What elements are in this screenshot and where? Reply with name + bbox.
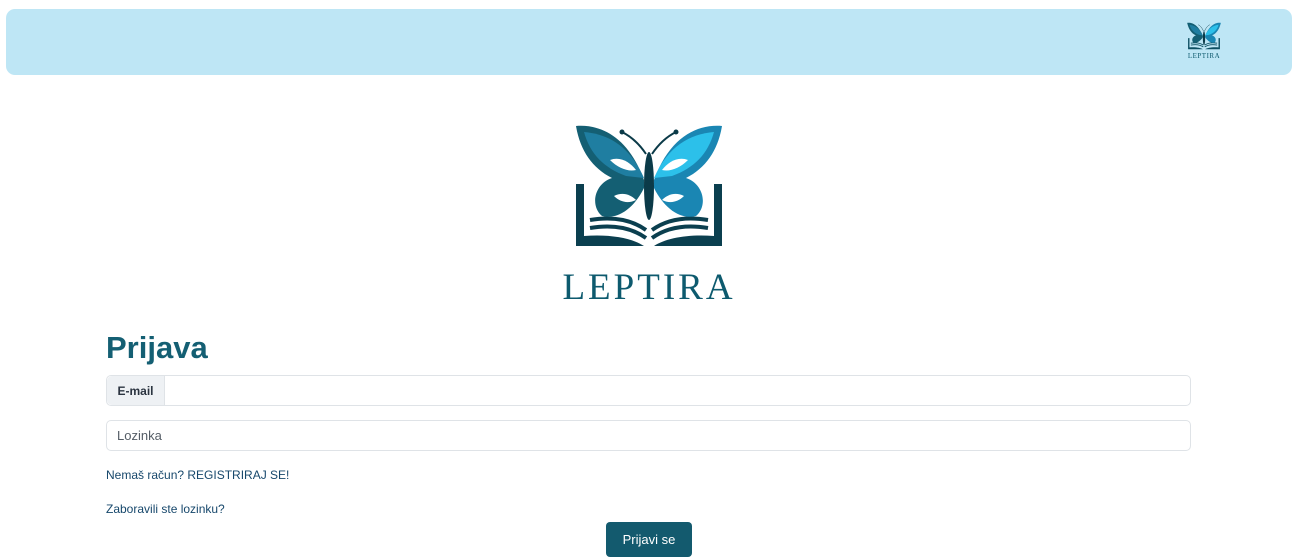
email-input[interactable]	[165, 376, 1190, 405]
butterfly-book-icon	[576, 125, 722, 246]
navbar-logo-text: LEPTIRA	[1187, 52, 1221, 60]
login-button[interactable]: Prijavi se	[606, 522, 692, 557]
password-input[interactable]	[107, 421, 1190, 450]
email-field-group: E-mail	[106, 375, 1191, 406]
navbar-logo[interactable]: LEPTIRA	[1180, 22, 1228, 68]
email-label: E-mail	[107, 376, 165, 405]
hero-logo-text: LEPTIRA	[562, 267, 736, 308]
butterfly-book-icon	[1187, 22, 1221, 50]
page-title: Prijava	[106, 330, 208, 365]
register-link[interactable]: Nemaš račun? REGISTRIRAJ SE!	[106, 468, 289, 482]
forgot-password-link[interactable]: Zaboravili ste lozinku?	[106, 502, 225, 516]
top-navbar: LEPTIRA	[6, 9, 1292, 75]
hero-logo: LEPTIRA	[549, 122, 749, 308]
password-field-group	[106, 420, 1191, 451]
